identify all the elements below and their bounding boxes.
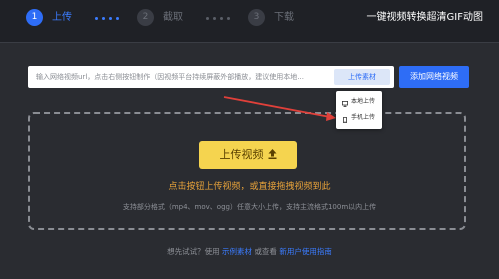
supported-formats-text: 支持部分格式（mp4、mov、ogg）任意大小上传，支持主流格式100m以内上传	[122, 203, 377, 211]
upload-material-button[interactable]: 上传素材	[334, 69, 390, 85]
local-upload-label: 本地上传	[351, 98, 376, 105]
step-1-number: 1	[26, 9, 43, 26]
menu-item-phone-upload[interactable]: 手机上传	[336, 111, 382, 125]
step-connector-1	[95, 17, 119, 20]
upload-video-button[interactable]: 上传视频	[199, 141, 297, 169]
step-3-number: 3	[248, 9, 265, 26]
upload-video-label: 上传视频	[219, 148, 264, 161]
step-connector-2	[206, 17, 230, 20]
step-2-label: 截取	[163, 12, 183, 23]
menu-item-local-upload[interactable]: 本地上传	[336, 95, 382, 109]
step-2-number: 2	[137, 9, 154, 26]
drop-hint-text: 点击按钮上传视频，或直接拖拽视频到此	[168, 182, 331, 192]
add-network-video-button[interactable]: 添加网络视频	[399, 66, 469, 88]
upload-arrow-icon	[268, 142, 277, 170]
phone-upload-label: 手机上传	[351, 114, 376, 121]
footer-prefix: 想先试试？使用	[167, 247, 220, 256]
footer-middle: 或查看	[254, 247, 277, 256]
video-url-input[interactable]	[28, 66, 328, 88]
upload-source-menu: 本地上传 手机上传	[336, 91, 382, 129]
sample-material-link[interactable]: 示例素材	[222, 247, 252, 256]
brand-title: 一键视频转换超清GIF动图	[366, 12, 483, 23]
new-user-guide-link[interactable]: 新用户使用指南	[279, 247, 332, 256]
step-1-label: 上传	[52, 12, 72, 23]
step-3-label: 下载	[274, 12, 294, 23]
url-input-row: 上传素材	[28, 66, 394, 88]
footer-help: 想先试试？使用 示例素材 或查看 新用户使用指南	[0, 246, 499, 258]
top-bar: 1 上传 2 截取 3 下载 一键视频转换超清GIF动图	[0, 0, 499, 43]
phone-icon	[342, 115, 348, 129]
